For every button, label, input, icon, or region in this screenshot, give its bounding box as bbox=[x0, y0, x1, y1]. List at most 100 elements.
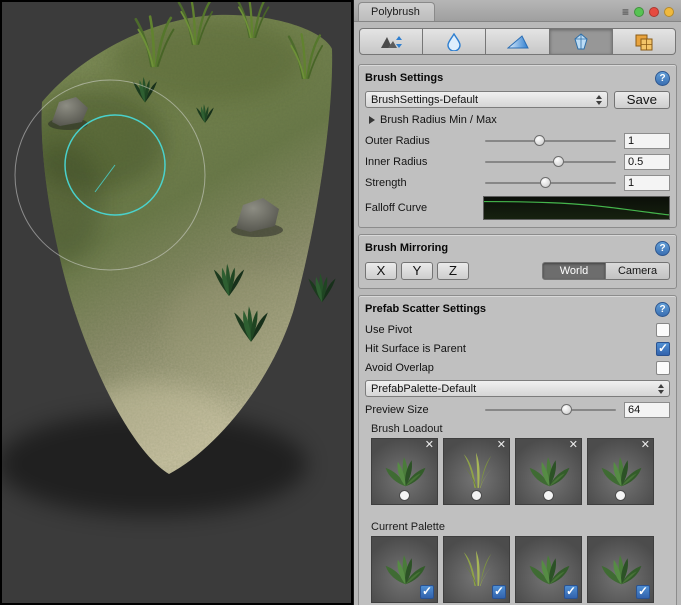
tab-polybrush[interactable]: Polybrush bbox=[358, 2, 435, 21]
strength-value[interactable]: 1 bbox=[624, 175, 670, 191]
current-palette-label: Current Palette bbox=[371, 521, 670, 533]
current-palette-grid: ✓ ✓ ✓ ✓ bbox=[371, 536, 668, 603]
remove-icon[interactable]: ✕ bbox=[497, 438, 506, 451]
window-tabbar: Polybrush ≡ bbox=[354, 0, 681, 22]
paint-vertex-tool-button[interactable] bbox=[486, 28, 549, 55]
help-icon[interactable]: ? bbox=[655, 241, 670, 256]
crystal-icon bbox=[571, 33, 591, 51]
help-icon[interactable]: ? bbox=[655, 71, 670, 86]
check-icon: ✓ bbox=[494, 584, 504, 598]
preview-size-value[interactable]: 64 bbox=[624, 402, 670, 418]
smooth-tool-button[interactable] bbox=[423, 28, 486, 55]
brush-loadout-label: Brush Loadout bbox=[371, 423, 670, 435]
loadout-radio[interactable] bbox=[399, 490, 410, 501]
window-button-green[interactable] bbox=[634, 7, 644, 17]
slider-track bbox=[485, 140, 616, 142]
inner-radius-slider[interactable] bbox=[483, 155, 618, 169]
strength-slider[interactable] bbox=[483, 176, 618, 190]
slider-thumb[interactable] bbox=[561, 404, 572, 415]
loadout-radio[interactable] bbox=[615, 490, 626, 501]
palette-item-1[interactable]: ✓ bbox=[371, 536, 438, 603]
brush-loadout-grid: ✕ ✕ ✕ ✕ bbox=[371, 438, 668, 505]
loadout-item-2[interactable]: ✕ bbox=[443, 438, 510, 505]
help-icon[interactable]: ? bbox=[655, 302, 670, 317]
loadout-radio[interactable] bbox=[543, 490, 554, 501]
hit-surface-parent-checkbox[interactable]: ✓ bbox=[656, 342, 670, 356]
palette-item-3[interactable]: ✓ bbox=[515, 536, 582, 603]
mirror-space-camera[interactable]: Camera bbox=[606, 262, 670, 280]
brush-preset-value: BrushSettings-Default bbox=[371, 94, 478, 106]
hit-surface-parent-label: Hit Surface is Parent bbox=[365, 343, 466, 355]
prefab-scatter-section: Prefab Scatter Settings ? Use Pivot ✓ Hi… bbox=[358, 295, 677, 605]
use-pivot-label: Use Pivot bbox=[365, 324, 412, 336]
avoid-overlap-label: Avoid Overlap bbox=[365, 362, 434, 374]
slider-thumb[interactable] bbox=[534, 135, 545, 146]
dropdown-arrows-icon bbox=[658, 384, 664, 394]
raise-lower-icon bbox=[379, 33, 403, 51]
remove-icon[interactable]: ✕ bbox=[425, 438, 434, 451]
window-menu-icon[interactable]: ≡ bbox=[622, 7, 629, 17]
palette-item-4[interactable]: ✓ bbox=[587, 536, 654, 603]
scene-view[interactable] bbox=[2, 2, 351, 603]
scene-render bbox=[2, 2, 351, 603]
brush-settings-title: Brush Settings bbox=[365, 72, 443, 84]
palette-checkbox[interactable]: ✓ bbox=[492, 585, 506, 599]
loadout-item-1[interactable]: ✕ bbox=[371, 438, 438, 505]
preview-size-label: Preview Size bbox=[365, 404, 483, 416]
loadout-radio[interactable] bbox=[471, 490, 482, 501]
loadout-item-4[interactable]: ✕ bbox=[587, 438, 654, 505]
avoid-overlap-checkbox[interactable]: ✓ bbox=[656, 361, 670, 375]
outer-radius-label: Outer Radius bbox=[365, 135, 483, 147]
slider-track bbox=[485, 161, 616, 163]
brush-preset-dropdown[interactable]: BrushSettings-Default bbox=[365, 91, 608, 108]
remove-icon[interactable]: ✕ bbox=[569, 438, 578, 451]
outer-radius-value[interactable]: 1 bbox=[624, 133, 670, 149]
slider-thumb[interactable] bbox=[553, 156, 564, 167]
raise-lower-tool-button[interactable] bbox=[359, 28, 423, 55]
preview-size-slider[interactable] bbox=[483, 403, 618, 417]
brush-mirroring-title: Brush Mirroring bbox=[365, 242, 448, 254]
falloff-curve-label: Falloff Curve bbox=[365, 202, 483, 214]
brush-radius-foldout[interactable]: Brush Radius Min / Max bbox=[369, 111, 670, 129]
palette-item-2[interactable]: ✓ bbox=[443, 536, 510, 603]
prefab-scatter-title: Prefab Scatter Settings bbox=[365, 303, 486, 315]
falloff-curve-graph bbox=[484, 197, 669, 219]
slider-track bbox=[485, 409, 616, 411]
prefab-palette-dropdown[interactable]: PrefabPalette-Default bbox=[365, 380, 670, 397]
mirror-space-world[interactable]: World bbox=[542, 262, 606, 280]
check-icon: ✓ bbox=[422, 584, 432, 598]
brush-mirroring-section: Brush Mirroring ? X Y Z World Camera bbox=[358, 234, 677, 289]
mirror-y-button[interactable]: Y bbox=[401, 262, 433, 280]
texture-squares-icon bbox=[634, 33, 654, 51]
mirror-space-segmented: World Camera bbox=[542, 262, 670, 280]
water-drop-icon bbox=[445, 33, 463, 51]
window-controls: ≡ bbox=[622, 7, 681, 21]
save-button[interactable]: Save bbox=[614, 91, 670, 109]
remove-icon[interactable]: ✕ bbox=[641, 438, 650, 451]
check-icon: ✓ bbox=[658, 341, 668, 355]
palette-checkbox[interactable]: ✓ bbox=[420, 585, 434, 599]
foldout-label: Brush Radius Min / Max bbox=[380, 114, 497, 126]
mode-toolbar bbox=[354, 22, 681, 60]
mirror-z-button[interactable]: Z bbox=[437, 262, 469, 280]
check-icon: ✓ bbox=[638, 584, 648, 598]
prefab-scatter-tool-button[interactable] bbox=[550, 28, 613, 55]
gradient-triangle-icon bbox=[507, 34, 529, 50]
prefab-palette-value: PrefabPalette-Default bbox=[371, 383, 476, 395]
use-pivot-checkbox[interactable]: ✓ bbox=[656, 323, 670, 337]
dropdown-arrows-icon bbox=[596, 95, 602, 105]
slider-thumb[interactable] bbox=[540, 177, 551, 188]
falloff-curve-field[interactable] bbox=[483, 196, 670, 220]
outer-radius-slider[interactable] bbox=[483, 134, 618, 148]
paint-texture-tool-button[interactable] bbox=[613, 28, 676, 55]
check-icon: ✓ bbox=[566, 584, 576, 598]
palette-checkbox[interactable]: ✓ bbox=[564, 585, 578, 599]
loadout-item-3[interactable]: ✕ bbox=[515, 438, 582, 505]
inner-radius-label: Inner Radius bbox=[365, 156, 483, 168]
foldout-triangle-icon bbox=[369, 116, 375, 124]
inner-radius-value[interactable]: 0.5 bbox=[624, 154, 670, 170]
palette-checkbox[interactable]: ✓ bbox=[636, 585, 650, 599]
mirror-x-button[interactable]: X bbox=[365, 262, 397, 280]
window-button-red[interactable] bbox=[649, 7, 659, 17]
window-button-yellow[interactable] bbox=[664, 7, 674, 17]
